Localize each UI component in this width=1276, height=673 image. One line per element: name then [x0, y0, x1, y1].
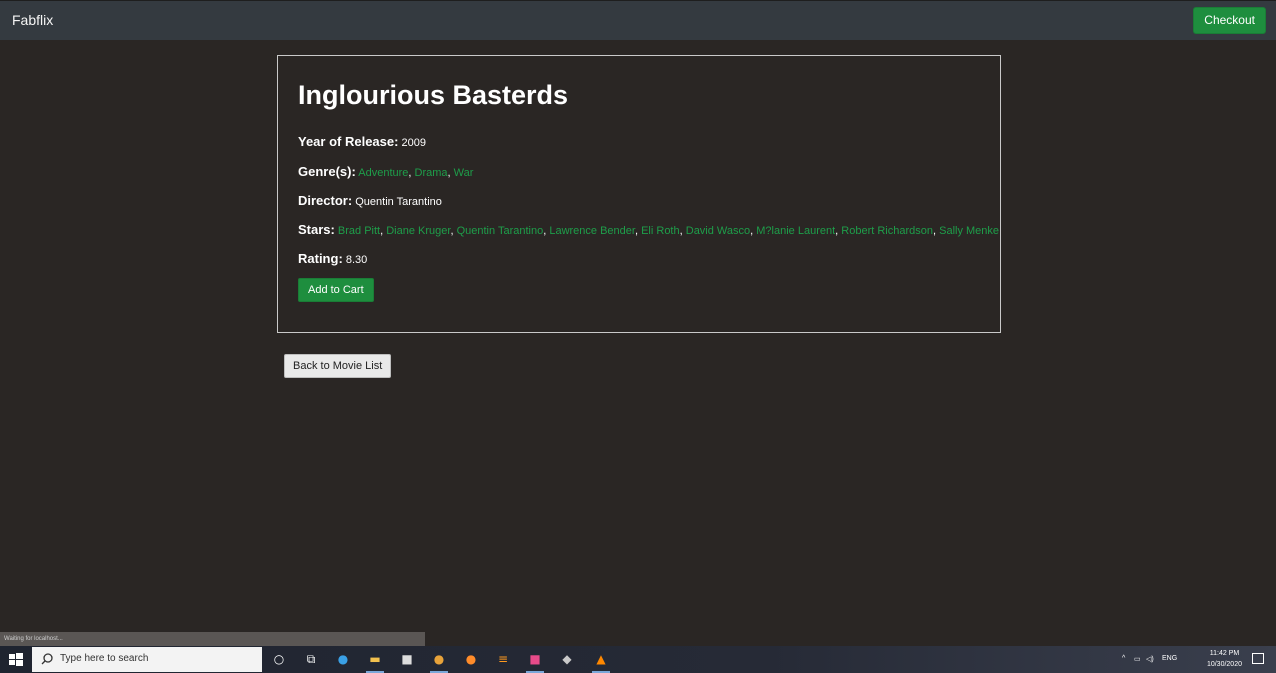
brand-link[interactable]: Fabflix	[12, 12, 53, 28]
search-placeholder: Type here to search	[60, 653, 149, 664]
search-icon	[41, 653, 53, 665]
star-link[interactable]: Lawrence Bender	[549, 225, 635, 237]
edge-icon[interactable]: ●	[334, 650, 352, 668]
browser-status-bar: Waiting for localhost...	[0, 632, 425, 646]
movie-title: Inglourious Basterds	[298, 80, 569, 110]
taskbar-search-box[interactable]: Type here to search	[32, 647, 262, 672]
network-icon[interactable]: ▭	[1134, 655, 1141, 663]
director-value: Quentin Tarantino	[355, 196, 442, 208]
genres-label: Genre(s):	[298, 164, 356, 179]
rating-value: 8.30	[345, 254, 368, 266]
chevron-up-icon[interactable]: ^	[1122, 655, 1125, 662]
add-to-cart-button[interactable]: Add to Cart	[298, 278, 374, 302]
language-indicator[interactable]: ENG	[1162, 655, 1177, 662]
genres-row: Genre(s): Adventure, Drama, War	[298, 164, 473, 179]
star-link[interactable]: Eli Roth	[641, 225, 680, 237]
star-link[interactable]: Quentin Tarantino	[457, 225, 544, 237]
rating-row: Rating: 8.30	[298, 251, 367, 266]
windows-start-icon[interactable]	[8, 652, 24, 668]
genre-link[interactable]: Adventure	[358, 167, 408, 179]
back-to-movie-list-button[interactable]: Back to Movie List	[284, 354, 392, 378]
vlc-icon[interactable]: ▲	[592, 650, 610, 668]
year-value: 2009	[401, 137, 426, 149]
star-link[interactable]: Brad Pitt	[338, 225, 380, 237]
app-icon[interactable]: ◆	[558, 650, 576, 668]
stars-label: Stars:	[298, 222, 335, 237]
checkout-button[interactable]: Checkout	[1193, 7, 1266, 34]
stars-row: Stars: Brad Pitt, Diane Kruger, Quentin …	[298, 222, 999, 237]
genre-link[interactable]: Drama	[415, 167, 448, 179]
star-link[interactable]: Sally Menke	[939, 225, 999, 237]
volume-icon[interactable]: ◁)	[1146, 655, 1154, 663]
rating-label: Rating:	[298, 251, 343, 266]
star-link[interactable]: M?lanie Laurent	[756, 225, 835, 237]
chrome-icon[interactable]: ●	[430, 650, 448, 668]
screen: Fabflix Checkout Inglourious Basterds Ye…	[0, 0, 1276, 673]
director-row: Director: Quentin Tarantino	[298, 193, 442, 208]
intellij-icon[interactable]: ■	[526, 650, 544, 668]
cortana-icon[interactable]: ○	[270, 650, 288, 668]
clock-time: 11:42 PM	[1209, 650, 1240, 657]
firefox-icon[interactable]: ●	[462, 650, 480, 668]
movie-card: Inglourious Basterds Year of Release: 20…	[277, 55, 1001, 333]
task-view-icon[interactable]: ⧉	[302, 650, 320, 668]
star-link[interactable]: Robert Richardson	[841, 225, 933, 237]
notification-icon[interactable]	[1252, 653, 1264, 664]
star-link[interactable]: Diane Kruger	[386, 225, 450, 237]
store-icon[interactable]: ■	[398, 650, 416, 668]
navbar: Fabflix Checkout	[0, 0, 1276, 40]
director-label: Director:	[298, 193, 353, 208]
year-row: Year of Release: 2009	[298, 134, 426, 149]
sublime-icon[interactable]: ≡	[494, 650, 512, 668]
star-link[interactable]: David Wasco	[686, 225, 750, 237]
clock-date: 10/30/2020	[1206, 661, 1242, 668]
stars-list: Brad Pitt, Diane Kruger, Quentin Taranti…	[338, 225, 999, 237]
genre-link[interactable]: War	[454, 167, 474, 179]
file-explorer-icon[interactable]: ▬	[366, 650, 384, 668]
year-label: Year of Release:	[298, 134, 399, 149]
genres-list: Adventure, Drama, War	[358, 167, 473, 179]
clock[interactable]: 11:42 PM 10/30/2020	[1207, 648, 1242, 670]
taskbar: Type here to search ○ ⧉ ● ▬ ■ ● ● ≡ ■ ◆ …	[0, 646, 1276, 673]
